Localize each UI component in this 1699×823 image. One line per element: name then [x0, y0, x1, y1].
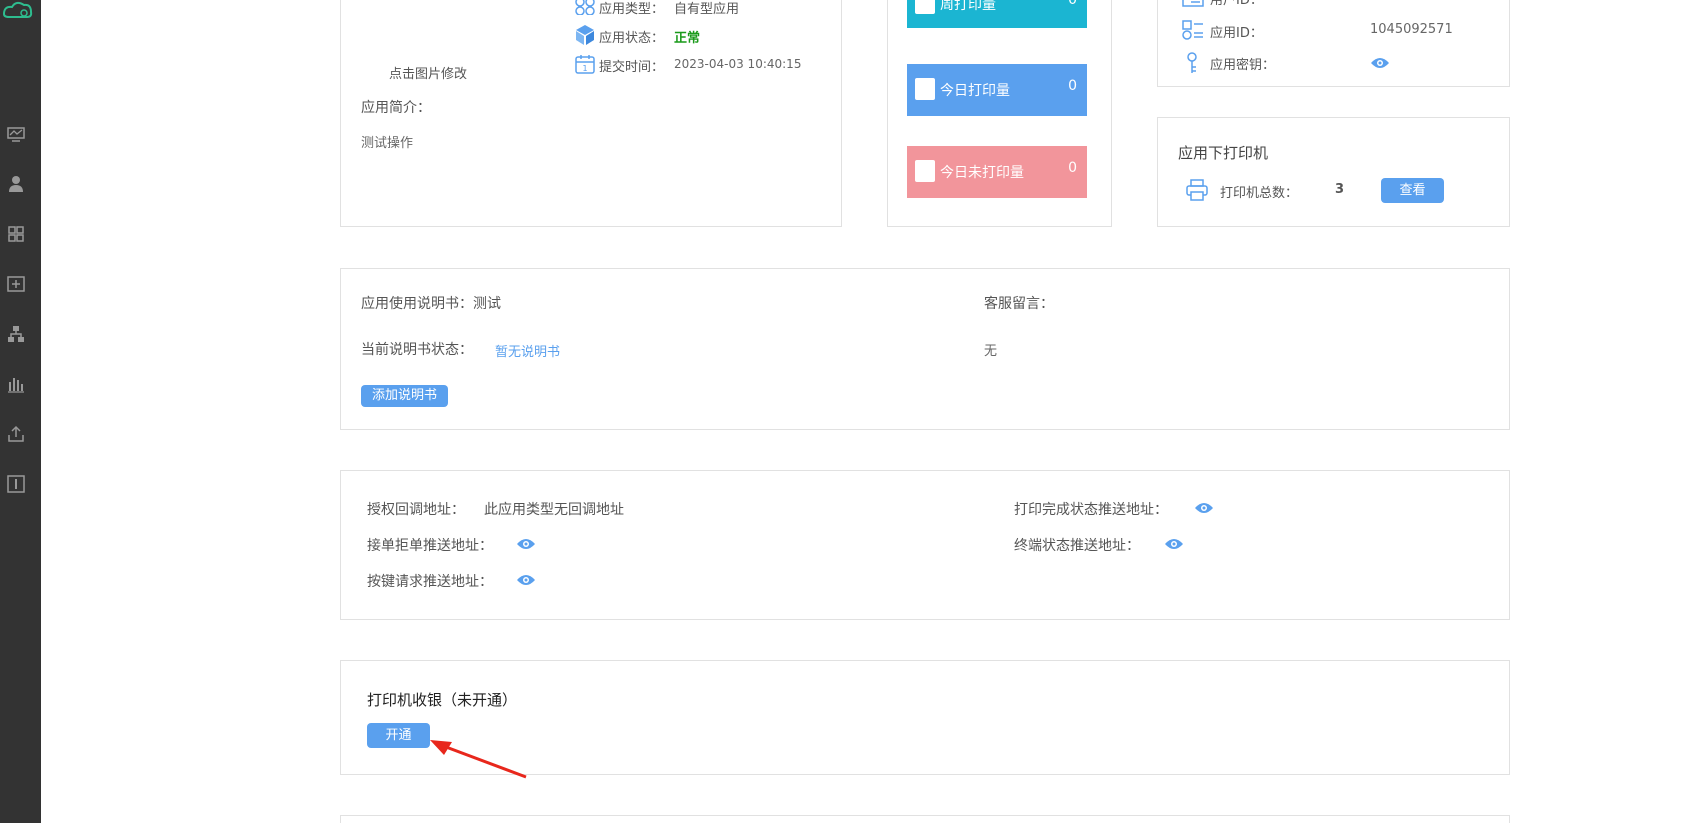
- reject-push-label: 接单拒单推送地址：: [367, 538, 493, 554]
- circle-icon: [915, 78, 935, 100]
- key-icon: [1187, 52, 1197, 73]
- manual-label: 应用使用说明书：测试: [361, 296, 501, 312]
- eye-icon[interactable]: [516, 573, 536, 587]
- submit-time-label: 提交时间：: [599, 60, 665, 75]
- app-key-label: 应用密钥：: [1210, 58, 1276, 73]
- add-box-icon[interactable]: [7, 275, 25, 293]
- push-address-card: 授权回调地址： 此应用类型无回调地址 接单拒单推送地址： 按键请求推送地址： 打…: [340, 470, 1510, 620]
- today-print-stat: 今日打印量 0: [907, 64, 1087, 116]
- app-type-value: 自有型应用: [674, 2, 740, 17]
- sidebar: [0, 0, 41, 823]
- sitemap-icon[interactable]: [7, 325, 25, 343]
- today-unprinted-stat: 今日未打印量 0: [907, 146, 1087, 198]
- weekly-print-value: 0: [1068, 0, 1077, 8]
- grid-icon[interactable]: [7, 225, 25, 243]
- eye-icon[interactable]: [1164, 537, 1184, 551]
- app-type-label: 应用类型：: [599, 2, 665, 17]
- weekly-print-stat: 周打印量 0: [907, 0, 1087, 28]
- eye-icon[interactable]: [516, 537, 536, 551]
- monitor-chart-icon[interactable]: [7, 125, 25, 143]
- pie-icon: [915, 160, 935, 182]
- print-complete-push-label: 打印完成状态推送地址：: [1014, 502, 1168, 518]
- cloud-printer-logo-icon[interactable]: [0, 0, 41, 22]
- app-type-icon: [575, 0, 595, 15]
- printer-icon: [1186, 179, 1208, 201]
- today-print-label: 今日打印量: [940, 83, 1010, 99]
- print-stats-card: 周打印量 0 今日打印量 0 今日未打印量 0: [887, 0, 1112, 227]
- intro-value: 测试操作: [361, 136, 414, 151]
- auth-callback-value: 此应用类型无回调地址: [484, 502, 624, 518]
- weekly-print-label: 周打印量: [940, 0, 996, 13]
- eye-icon[interactable]: [1194, 501, 1214, 515]
- app-id-value: 1045092571: [1370, 22, 1453, 37]
- upload-icon[interactable]: [7, 425, 25, 443]
- app-id-label: 应用ID：: [1210, 26, 1263, 41]
- view-printers-button[interactable]: 查看: [1381, 178, 1444, 203]
- id-card-icon: [1182, 0, 1204, 7]
- terminal-status-push-label: 终端状态推送地址：: [1014, 538, 1140, 554]
- app-info-card: 点击图片修改 应用简介： 测试操作 应用类型： 自有型应用 应用状态： 正常 1…: [340, 0, 842, 227]
- bar-chart-icon[interactable]: [7, 375, 25, 393]
- today-unprinted-label: 今日未打印量: [940, 165, 1024, 181]
- eye-icon[interactable]: [1370, 56, 1390, 70]
- printer-total-value: 3: [1335, 182, 1345, 197]
- service-message-value: 无: [984, 344, 998, 359]
- cashier-title: 打印机收银（未开通）: [367, 691, 518, 709]
- printer-total-label: 打印机总数：: [1220, 186, 1299, 201]
- auth-callback-label: 授权回调地址：: [367, 502, 465, 518]
- submit-time-value: 2023-04-03 10:40:15: [674, 57, 802, 71]
- user-icon[interactable]: [7, 175, 25, 193]
- app-status-value: 正常: [674, 31, 701, 46]
- calendar-icon: 1: [575, 55, 595, 74]
- svg-text:1: 1: [582, 64, 587, 73]
- app-status-label: 应用状态：: [599, 31, 665, 46]
- change-image-label[interactable]: 点击图片修改: [389, 63, 467, 82]
- manual-card: 应用使用说明书：测试 当前说明书状态： 暂无说明书 添加说明书 客服留言： 无: [340, 268, 1510, 430]
- next-section-card: [340, 815, 1510, 823]
- service-message-label: 客服留言：: [984, 296, 1054, 312]
- intro-label: 应用简介：: [361, 100, 431, 116]
- printers-card: 应用下打印机 打印机总数： 3 查看: [1157, 117, 1510, 227]
- printers-title: 应用下打印机: [1178, 144, 1269, 162]
- user-info-card: 用户ID： 43290772 应用ID： 1045092571 应用密钥：: [1157, 0, 1510, 87]
- manual-status-value[interactable]: 暂无说明书: [495, 341, 560, 360]
- app-id-icon: [1182, 20, 1203, 40]
- today-unprinted-value: 0: [1068, 160, 1077, 176]
- cube-icon: [576, 25, 594, 45]
- manual-status-label: 当前说明书状态：: [361, 342, 473, 358]
- user-id-label: 用户ID：: [1210, 0, 1263, 8]
- today-print-value: 0: [1068, 78, 1077, 94]
- annotation-arrow-icon: [430, 740, 527, 779]
- calendar-7-icon: [915, 0, 935, 14]
- key-push-label: 按键请求推送地址：: [367, 574, 493, 590]
- info-box-icon[interactable]: [7, 475, 25, 493]
- add-manual-button[interactable]: 添加说明书: [361, 385, 448, 407]
- user-id-value: 43290772: [1370, 0, 1436, 4]
